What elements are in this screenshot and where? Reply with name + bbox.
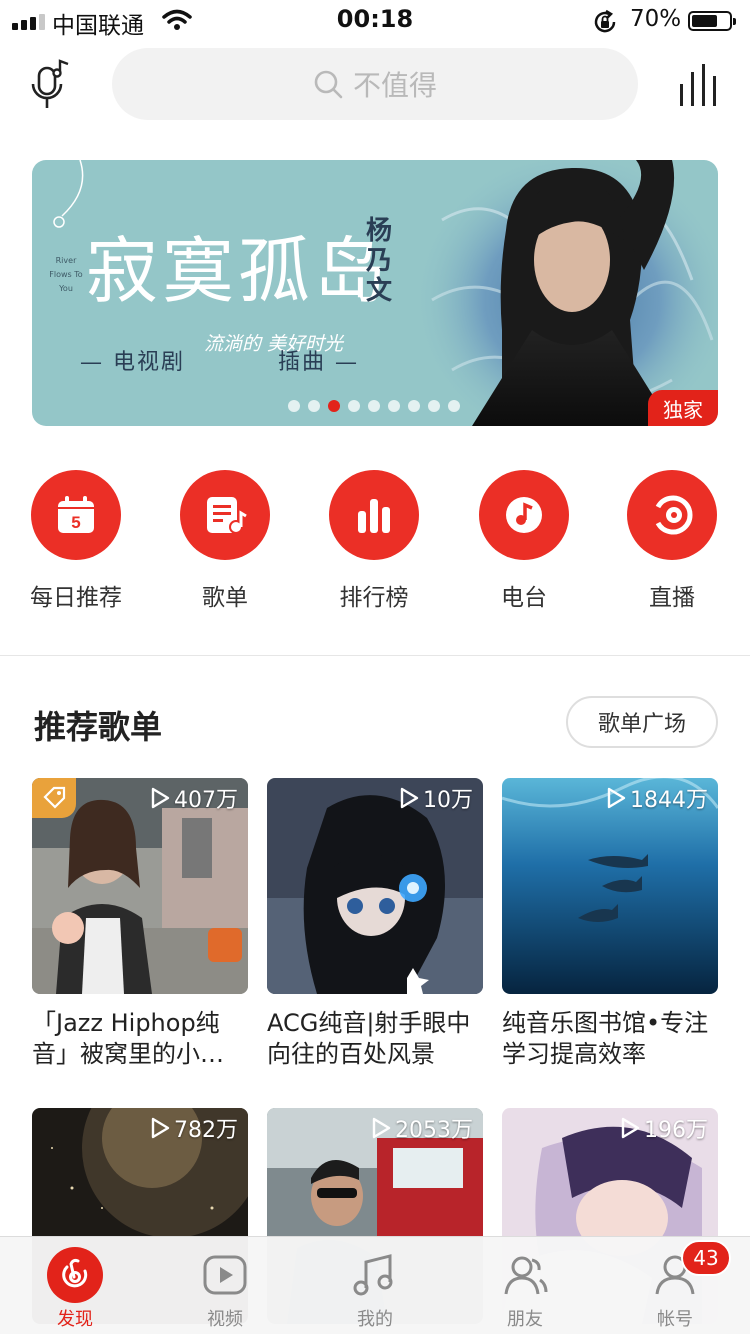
tab-my-music[interactable]: 我的 [300,1247,450,1331]
banner-subtitle-right: 插曲 — [278,350,359,375]
playlist-name: 纯音乐图书馆•专注学习提高效率 [502,1009,709,1068]
play-icon [372,1117,391,1139]
play-icon [151,787,170,809]
search-input[interactable]: 不值得 [112,48,638,120]
play-count: 1844万 [606,782,708,814]
tab-video[interactable]: 视频 [150,1247,300,1331]
playlist-icon [207,497,247,534]
playlist-card[interactable]: 1844万 纯音乐图书馆•专注学习提高效率 [502,778,718,1070]
tab-friends[interactable]: 朋友 [450,1247,600,1331]
section-title: 推荐歌单 [34,708,163,746]
notification-badge: 43 [681,1240,731,1276]
shortcut-daily-recommend[interactable]: 5 每日推荐 [6,470,146,612]
battery-percentage: 70% [630,6,682,32]
calendar-icon: 5 [58,496,94,533]
page-dot[interactable] [288,400,300,412]
orientation-lock-icon [592,9,618,39]
playlist-name: 「Jazz Hiphop纯音」被窝里的小… [32,1009,224,1068]
play-count: 2053万 [371,1112,473,1144]
playlist-card[interactable]: 407万 「Jazz Hiphop纯音」被窝里的小… [32,778,248,1070]
banner-page-indicator[interactable] [288,400,460,412]
page-dot[interactable] [388,400,400,412]
search-icon [314,70,343,99]
equalizer-bars-icon [680,64,716,106]
play-icon [607,787,626,809]
playlist-cover: 1844万 [502,778,718,994]
promo-banner[interactable]: 寂寞孤岛 杨乃文 River Flows To You — 电视剧 流淌的 美好… [32,160,718,426]
banner-caption: River Flows To You [49,256,83,293]
music-note-icon [353,1254,393,1296]
now-playing-button[interactable] [676,62,724,108]
play-count: 782万 [150,1112,238,1144]
voice-search-button[interactable] [30,58,76,112]
playlist-square-button[interactable]: 歌单广场 [566,696,718,748]
shortcut-playlists[interactable]: 歌单 [155,470,295,612]
shortcut-label: 直播 [649,585,695,611]
shortcut-live[interactable]: 直播 [602,470,742,612]
friends-icon [504,1256,548,1295]
chart-bars-icon [358,499,390,533]
tab-label: 视频 [207,1309,243,1330]
search-placeholder: 不值得 [352,69,437,102]
play-count: 196万 [620,1112,708,1144]
video-icon [203,1255,247,1295]
playlist-card[interactable]: 10万 ACG纯音|射手眼中向往的百处风景 [267,778,483,1070]
play-icon [400,787,419,809]
tab-label: 我的 [357,1309,393,1330]
banner-artist: 杨乃文 [366,216,393,306]
tab-label: 帐号 [657,1309,693,1330]
status-bar: 中国联通 00:18 70% [0,0,750,40]
playlist-cover: 407万 [32,778,248,994]
page-dot[interactable] [428,400,440,412]
tag-corner-icon [32,778,76,818]
shortcut-label: 电台 [501,585,547,611]
battery-icon [688,11,736,31]
svg-text:5: 5 [71,513,80,532]
banner-title: 寂寞孤岛 [86,229,391,313]
tab-discover[interactable]: 发现 [0,1247,150,1331]
shortcut-label: 排行榜 [339,585,409,611]
shortcut-label: 歌单 [202,585,248,611]
playlist-name: ACG纯音|射手眼中向往的百处风景 [267,1009,471,1068]
microphone-icon [31,59,69,108]
page-dot[interactable] [328,400,340,412]
tab-label: 发现 [57,1309,93,1330]
shortcut-radio[interactable]: 电台 [454,470,594,612]
tab-label: 朋友 [507,1309,543,1330]
live-icon [655,495,693,535]
netease-music-icon [47,1247,103,1303]
play-icon [621,1117,640,1139]
play-icon [151,1117,170,1139]
play-count: 407万 [150,782,238,814]
radio-icon [506,497,542,533]
playlist-cover: 10万 [267,778,483,994]
exclusive-badge: 独家 [648,390,718,426]
play-count: 10万 [399,782,473,814]
page-dot[interactable] [368,400,380,412]
page-dot[interactable] [348,400,360,412]
section-divider [0,655,750,656]
banner-subtitle-left: — 电视剧 [80,350,185,375]
shortcut-charts[interactable]: 排行榜 [304,470,444,612]
bottom-tab-bar: 发现 视频 我的 朋友 帐号 [0,1236,750,1334]
page-dot[interactable] [408,400,420,412]
page-dot[interactable] [448,400,460,412]
page-dot[interactable] [308,400,320,412]
shortcut-label: 每日推荐 [30,585,122,611]
